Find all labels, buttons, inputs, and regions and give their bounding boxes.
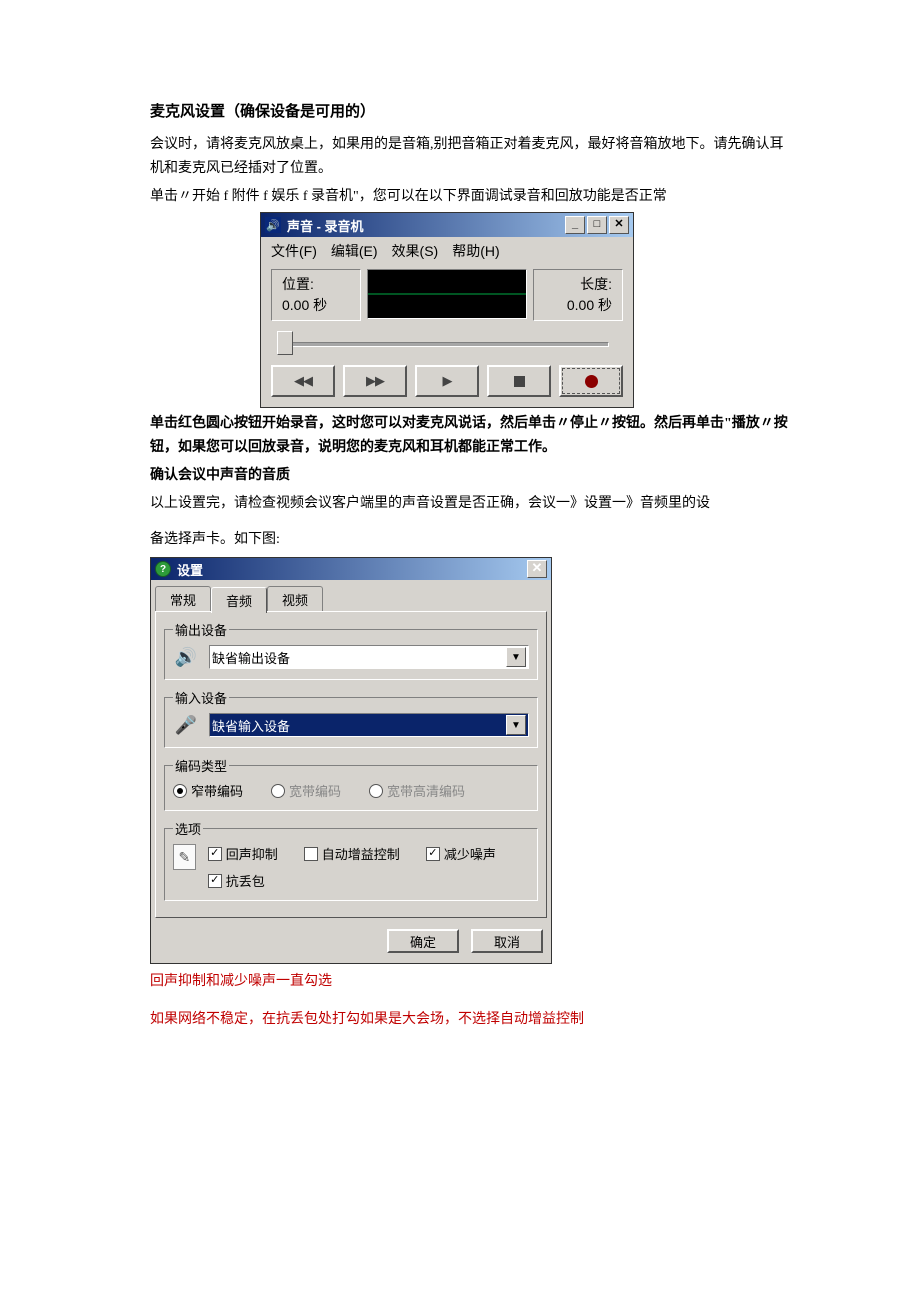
- tab-general[interactable]: 常规: [155, 586, 211, 612]
- paragraph-path: 单击〃开始 f 附件 f 娱乐 f 录音机"，您可以在以下界面调试录音和回放功能…: [150, 185, 790, 209]
- rewind-icon: ◀◀: [294, 373, 312, 389]
- maximize-button[interactable]: □: [587, 216, 607, 234]
- menu-edit[interactable]: 编辑(E): [331, 241, 378, 261]
- codec-group: 编码类型 窄带编码 宽带编码 宽带高清编码: [164, 756, 538, 811]
- settings-tabs: 常规 音频 视频: [151, 580, 551, 612]
- check-loss-label: 抗丢包: [226, 871, 265, 890]
- dropdown-arrow-icon: ▼: [506, 647, 526, 667]
- position-value: 0.00 秒: [282, 295, 350, 316]
- input-device-select[interactable]: 缺省输入设备 ▼: [209, 713, 529, 737]
- output-device-legend: 输出设备: [173, 620, 229, 639]
- forward-button[interactable]: ▶▶: [343, 365, 407, 397]
- length-label: 长度:: [544, 274, 612, 295]
- check-noise-label: 减少噪声: [444, 844, 496, 863]
- position-slider[interactable]: [275, 329, 619, 355]
- options-legend: 选项: [173, 819, 203, 838]
- cancel-button[interactable]: 取消: [471, 929, 543, 953]
- output-device-value: 缺省输出设备: [212, 648, 290, 667]
- forward-icon: ▶▶: [366, 373, 384, 389]
- close-button[interactable]: ✕: [609, 216, 629, 234]
- settings-close-button[interactable]: ✕: [527, 560, 547, 578]
- recorder-menubar: 文件(F) 编辑(E) 效果(S) 帮助(H): [261, 237, 633, 265]
- length-box: 长度: 0.00 秒: [533, 269, 623, 321]
- slider-thumb[interactable]: [277, 331, 293, 355]
- menu-file[interactable]: 文件(F): [271, 241, 317, 261]
- note-network: 如果网络不稳定，在抗丢包处打勾如果是大会场，不选择自动增益控制: [150, 1008, 790, 1032]
- note-echo-noise: 回声抑制和减少噪声一直勾选: [150, 970, 790, 994]
- length-value: 0.00 秒: [544, 295, 612, 316]
- output-speaker-icon: 🔊: [173, 646, 199, 668]
- output-device-select[interactable]: 缺省输出设备 ▼: [209, 645, 529, 669]
- dropdown-arrow-icon: ▼: [506, 715, 526, 735]
- speaker-icon: 🔊: [265, 217, 281, 233]
- output-device-group: 输出设备 🔊 缺省输出设备 ▼: [164, 620, 538, 680]
- edit-icon: ✎: [173, 844, 196, 870]
- menu-effect[interactable]: 效果(S): [392, 241, 439, 261]
- radio-hd[interactable]: 宽带高清编码: [369, 781, 465, 800]
- settings-window: ? 设置 ✕ 常规 音频 视频 输出设备 🔊 缺省输出设备 ▼ 输入: [150, 557, 552, 964]
- radio-wideband-label: 宽带编码: [289, 781, 341, 800]
- record-button[interactable]: [559, 365, 623, 397]
- recorder-title: 声音 - 录音机: [287, 216, 364, 235]
- input-mic-icon: 🎤: [173, 714, 199, 736]
- waveform-display: [367, 269, 527, 319]
- paragraph-confirm-quality: 确认会议中声音的音质: [150, 464, 790, 488]
- radio-narrowband-label: 窄带编码: [191, 781, 243, 800]
- paragraph-record-instructions: 单击红色圆心按钮开始录音，这时您可以对麦克风说话，然后单击〃停止〃按钮。然后再单…: [150, 412, 790, 460]
- stop-icon: [514, 376, 525, 387]
- recorder-titlebar: 🔊 声音 - 录音机 _ □ ✕: [261, 213, 633, 237]
- tab-audio[interactable]: 音频: [211, 587, 267, 613]
- check-agc-label: 自动增益控制: [322, 844, 400, 863]
- check-loss[interactable]: ✓ 抗丢包: [208, 871, 529, 890]
- input-device-value: 缺省输入设备: [212, 716, 290, 735]
- radio-hd-label: 宽带高清编码: [387, 781, 465, 800]
- codec-legend: 编码类型: [173, 756, 229, 775]
- input-device-legend: 输入设备: [173, 688, 229, 707]
- position-label: 位置:: [282, 274, 350, 295]
- ok-button[interactable]: 确定: [387, 929, 459, 953]
- paragraph-intro: 会议时，请将麦克风放桌上，如果用的是音箱,别把音箱正对着麦克风，最好将音箱放地下…: [150, 133, 790, 181]
- radio-wideband[interactable]: 宽带编码: [271, 781, 341, 800]
- menu-help[interactable]: 帮助(H): [452, 241, 499, 261]
- record-icon: [585, 375, 598, 388]
- settings-title: 设置: [177, 560, 203, 579]
- play-icon: ▶: [443, 373, 452, 389]
- input-device-group: 输入设备 🎤 缺省输入设备 ▼: [164, 688, 538, 748]
- play-button[interactable]: ▶: [415, 365, 479, 397]
- rewind-button[interactable]: ◀◀: [271, 365, 335, 397]
- paragraph-check-client-2: 备选择声卡。如下图:: [150, 528, 790, 552]
- position-box: 位置: 0.00 秒: [271, 269, 361, 321]
- stop-button[interactable]: [487, 365, 551, 397]
- settings-app-icon: ?: [155, 561, 171, 577]
- check-echo-label: 回声抑制: [226, 844, 278, 863]
- radio-narrowband[interactable]: 窄带编码: [173, 781, 243, 800]
- settings-panel: 输出设备 🔊 缺省输出设备 ▼ 输入设备 🎤 缺省输入设备 ▼: [155, 611, 547, 918]
- check-noise[interactable]: ✓ 减少噪声: [426, 844, 496, 863]
- paragraph-check-client-1: 以上设置完，请检查视频会议客户端里的声音设置是否正确，会议一》设置一》音频里的设: [150, 492, 790, 516]
- page-heading: 麦克风设置（确保设备是可用的）: [150, 100, 790, 121]
- check-echo[interactable]: ✓ 回声抑制: [208, 844, 278, 863]
- options-group: 选项 ✎ ✓ 回声抑制 自动增益控制 ✓: [164, 819, 538, 901]
- settings-titlebar: ? 设置 ✕: [151, 558, 551, 580]
- sound-recorder-window: 🔊 声音 - 录音机 _ □ ✕ 文件(F) 编辑(E) 效果(S) 帮助(H)…: [260, 212, 634, 408]
- check-agc[interactable]: 自动增益控制: [304, 844, 400, 863]
- tab-video[interactable]: 视频: [267, 586, 323, 612]
- minimize-button[interactable]: _: [565, 216, 585, 234]
